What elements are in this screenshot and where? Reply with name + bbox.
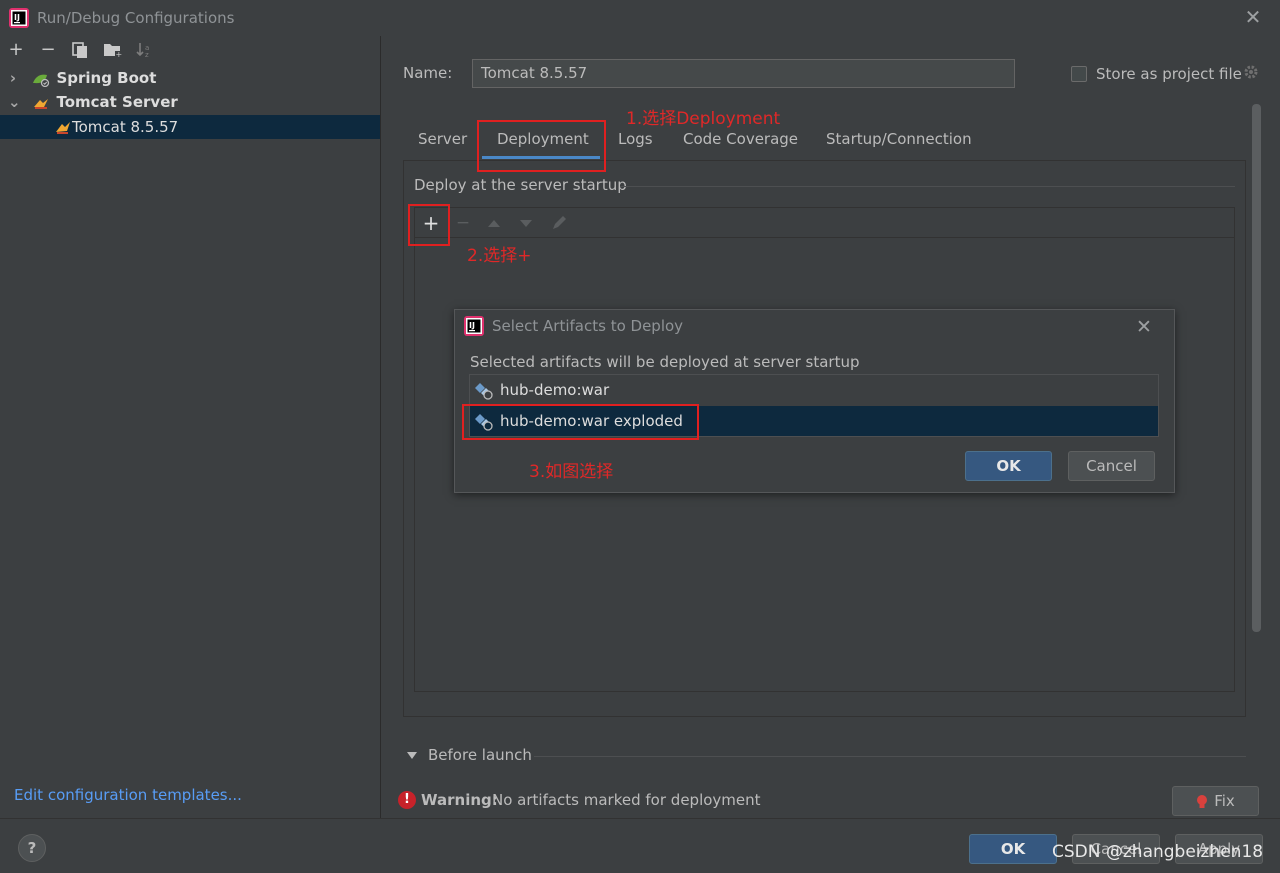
- artifact-label: hub-demo:war: [500, 381, 610, 399]
- chevron-right-icon: ›: [9, 69, 17, 87]
- tree-item-tomcat-server[interactable]: ⌄ Tomcat Server: [0, 90, 380, 114]
- before-launch-label[interactable]: Before launch: [428, 746, 532, 764]
- deploy-section-label: Deploy at the server startup: [414, 176, 627, 194]
- bulb-icon: [1197, 794, 1208, 808]
- move-up-icon[interactable]: [486, 217, 502, 229]
- annotation-step2: 2.选择+: [467, 246, 532, 266]
- annotation-box-add: [408, 204, 450, 246]
- tree-item-label: Tomcat 8.5.57: [72, 118, 179, 136]
- help-button[interactable]: ?: [18, 834, 46, 862]
- intellij-app-icon: IJ: [9, 8, 29, 28]
- name-input[interactable]: Tomcat 8.5.57: [472, 59, 1015, 88]
- add-icon[interactable]: +: [6, 40, 26, 60]
- svg-text:z: z: [145, 51, 149, 59]
- tab-server[interactable]: Server: [418, 130, 467, 160]
- annotation-box-deployment: [477, 120, 606, 172]
- window-title: Run/Debug Configurations: [37, 9, 235, 27]
- dialog-cancel-button[interactable]: Cancel: [1068, 451, 1155, 481]
- name-label: Name:: [403, 64, 453, 82]
- intellij-app-icon: IJ: [464, 316, 484, 336]
- edit-templates-link[interactable]: Edit configuration templates...: [14, 786, 242, 804]
- tab-code-coverage[interactable]: Code Coverage: [683, 130, 798, 160]
- annotation-step1: 1.选择Deployment: [626, 109, 781, 129]
- tree-item-spring-boot[interactable]: › Spring Boot: [0, 66, 380, 90]
- close-icon[interactable]: ✕: [1136, 316, 1152, 338]
- dialog-ok-button[interactable]: OK: [965, 451, 1052, 481]
- separator: [534, 756, 1246, 757]
- spring-boot-icon: [33, 74, 50, 87]
- edit-pencil-icon[interactable]: [550, 214, 568, 232]
- deployment-toolbar: [415, 208, 1234, 238]
- expand-triangle-icon[interactable]: [407, 752, 417, 759]
- config-tree-panel: [0, 36, 381, 818]
- remove-artifact-icon[interactable]: −: [452, 212, 474, 234]
- store-as-project-label[interactable]: Store as project file: [1096, 65, 1242, 83]
- warning-label: Warning:: [421, 791, 498, 809]
- folder-icon[interactable]: +: [103, 41, 123, 59]
- watermark: CSDN @zhangbeizhen18: [1052, 842, 1264, 862]
- scrollbar[interactable]: [1252, 104, 1261, 632]
- tree-item-tomcat-8557[interactable]: Tomcat 8.5.57: [0, 115, 380, 139]
- tab-logs[interactable]: Logs: [618, 130, 653, 160]
- move-down-icon[interactable]: [518, 217, 534, 229]
- store-as-project-checkbox[interactable]: [1071, 66, 1087, 82]
- tree-item-label: Tomcat Server: [56, 93, 178, 111]
- chevron-down-icon: ⌄: [8, 93, 21, 111]
- tree-item-label: Spring Boot: [56, 69, 157, 87]
- artifact-war-icon: [475, 382, 493, 400]
- copy-icon[interactable]: [71, 41, 89, 59]
- artifact-item[interactable]: hub-demo:war: [470, 375, 1158, 405]
- ok-button[interactable]: OK: [969, 834, 1057, 864]
- annotation-box-artifact: [462, 404, 699, 440]
- svg-text:IJ: IJ: [469, 321, 475, 330]
- fix-label: Fix: [1214, 792, 1235, 810]
- dialog-title: Select Artifacts to Deploy: [492, 317, 684, 335]
- remove-icon[interactable]: −: [38, 40, 58, 60]
- tab-startup-connection[interactable]: Startup/Connection: [826, 130, 972, 160]
- gear-icon[interactable]: [1242, 63, 1260, 81]
- annotation-step3: 3.如图选择: [529, 462, 614, 482]
- fix-button[interactable]: Fix: [1172, 786, 1259, 816]
- dialog-description: Selected artifacts will be deployed at s…: [470, 353, 860, 371]
- svg-text:+: +: [116, 50, 123, 59]
- warning-message: No artifacts marked for deployment: [492, 791, 761, 809]
- svg-text:IJ: IJ: [14, 13, 20, 22]
- error-icon: !: [398, 791, 416, 809]
- tomcat-icon: [34, 98, 49, 109]
- sort-icon[interactable]: a z: [135, 41, 153, 59]
- tomcat-icon: [56, 121, 70, 134]
- close-icon[interactable]: ✕: [1242, 6, 1264, 28]
- separator: [620, 186, 1235, 187]
